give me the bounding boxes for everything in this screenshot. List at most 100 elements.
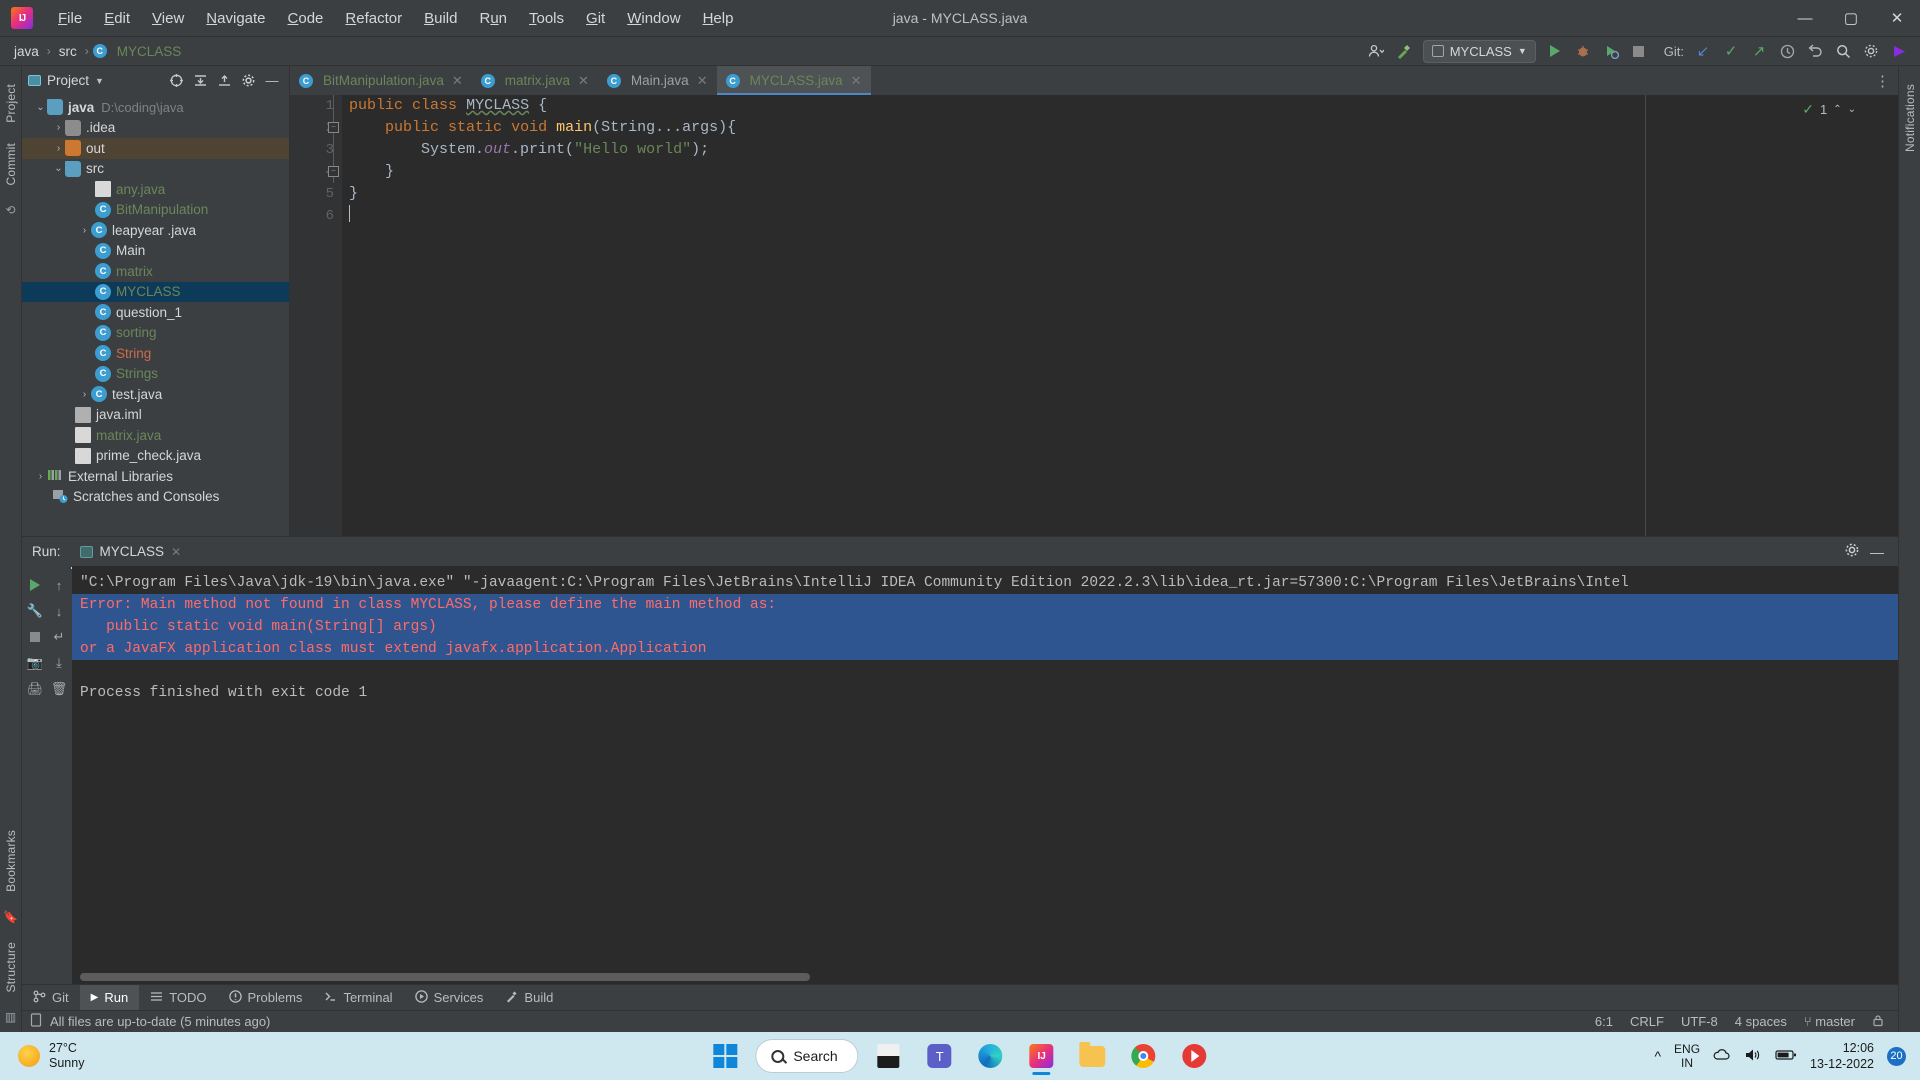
tree-item-any-java[interactable]: any.java	[22, 179, 289, 200]
chevron-right-icon[interactable]: ›	[78, 389, 91, 400]
menu-refactor[interactable]: Refactor	[334, 6, 413, 31]
commit-icon[interactable]: ⟲	[5, 203, 15, 217]
history-clock-icon[interactable]	[1774, 40, 1800, 63]
hide-panel-icon[interactable]: —	[1870, 544, 1884, 560]
tree-item-main[interactable]: C Main	[22, 241, 289, 262]
tree-item-test-java[interactable]: › C test.java	[22, 384, 289, 405]
tab-bitmanipulation-java[interactable]: C BitManipulation.java ✕	[290, 66, 472, 95]
run-with-coverage-button[interactable]	[1598, 40, 1624, 63]
onedrive-icon[interactable]	[1713, 1048, 1731, 1065]
close-button[interactable]: ✕	[1874, 0, 1920, 36]
menu-tools[interactable]: Tools	[518, 6, 575, 31]
menu-git[interactable]: Git	[575, 6, 616, 31]
tab-close-icon[interactable]: ✕	[452, 73, 463, 89]
search-everywhere-icon[interactable]	[1830, 40, 1856, 63]
console-output[interactable]: "C:\Program Files\Java\jdk-19\bin\java.e…	[72, 566, 1898, 984]
rail-tab-project[interactable]: Project	[4, 84, 18, 123]
settings-gear-icon[interactable]	[1858, 40, 1884, 63]
git-commit-icon[interactable]: ✓	[1718, 40, 1744, 63]
code-fold-close-icon[interactable]: −	[328, 166, 339, 177]
chevron-up-icon[interactable]: ⌃	[1833, 104, 1841, 115]
windows-start-button[interactable]	[704, 1035, 746, 1077]
inspection-widget[interactable]: ✓ 1 ⌃ ⌄	[1802, 101, 1856, 118]
run-tab-close-icon[interactable]: ✕	[171, 545, 181, 559]
bottom-tab-terminal[interactable]: Terminal	[313, 985, 403, 1010]
scroll-down-icon[interactable]: ↓	[47, 598, 71, 624]
taskbar-app-microsoft-teams[interactable]: T	[919, 1035, 961, 1077]
bottom-tab-services[interactable]: Services	[404, 985, 495, 1010]
tab-matrix-java[interactable]: C matrix.java ✕	[472, 66, 598, 95]
rail-tab-bookmarks[interactable]: Bookmarks	[4, 830, 18, 892]
run-button[interactable]	[1542, 40, 1568, 63]
scroll-to-end-icon[interactable]: ⤓	[47, 650, 71, 676]
debug-button[interactable]	[1570, 40, 1596, 63]
wrench-settings-icon[interactable]: 🔧	[23, 598, 47, 624]
breadcrumb-java[interactable]: java	[10, 43, 43, 60]
language-indicator[interactable]: ENG IN	[1674, 1042, 1700, 1070]
stop-button[interactable]	[1626, 40, 1652, 63]
expand-all-icon[interactable]	[189, 70, 211, 92]
bottom-tab-run[interactable]: ▶ Run	[79, 985, 140, 1010]
taskbar-app-media-player[interactable]	[1174, 1035, 1216, 1077]
bottom-tab-git[interactable]: Git	[22, 985, 80, 1010]
settings-gear-icon[interactable]	[1844, 542, 1860, 561]
tree-item-strings[interactable]: C Strings	[22, 364, 289, 385]
tree-item-external-libraries[interactable]: › External Libraries	[22, 466, 289, 487]
caret-position[interactable]: 6:1	[1595, 1014, 1613, 1029]
maximize-button[interactable]: ▢	[1828, 0, 1874, 36]
taskbar-search[interactable]: Search	[755, 1039, 859, 1073]
taskbar-app-task-view[interactable]	[868, 1035, 910, 1077]
tree-item-string[interactable]: C String	[22, 343, 289, 364]
tab-myclass-java[interactable]: C MYCLASS.java ✕	[716, 66, 871, 95]
ide-helper-icon[interactable]	[1886, 40, 1912, 63]
console-horizontal-scrollbar[interactable]	[80, 973, 810, 981]
editor-tabs-more-icon[interactable]: ⋮	[1875, 66, 1898, 95]
git-update-project-icon[interactable]: ↙	[1690, 40, 1716, 63]
select-opened-file-icon[interactable]	[165, 70, 187, 92]
notification-badge[interactable]: 20	[1887, 1046, 1906, 1066]
code-editor[interactable]: 1 2 3 4 5 6 − − public class MYCLASS {	[290, 95, 1898, 536]
tree-item-sorting[interactable]: C sorting	[22, 323, 289, 344]
rail-tab-notifications[interactable]: Notifications	[1903, 84, 1917, 152]
scroll-up-icon[interactable]: ↑	[47, 572, 71, 598]
clear-all-trash-icon[interactable]: 🗑	[47, 676, 71, 702]
collapse-all-icon[interactable]	[213, 70, 235, 92]
menu-code[interactable]: Code	[277, 6, 335, 31]
readonly-lock-icon[interactable]	[1872, 1014, 1884, 1030]
chevron-down-icon[interactable]: ⌄	[1848, 104, 1856, 115]
tray-expand-chevron-icon[interactable]: ^	[1654, 1048, 1661, 1064]
volume-icon[interactable]	[1744, 1048, 1762, 1065]
tab-close-icon[interactable]: ✕	[578, 73, 589, 89]
battery-icon[interactable]	[1775, 1048, 1797, 1064]
menu-run[interactable]: Run	[468, 6, 518, 31]
tree-item-src[interactable]: ⌄ src	[22, 159, 289, 180]
rerun-play-icon[interactable]	[23, 572, 47, 598]
taskbar-app-intellij-idea[interactable]: IJ	[1021, 1035, 1063, 1077]
settings-gear-icon[interactable]	[237, 70, 259, 92]
menu-help[interactable]: Help	[692, 6, 745, 31]
menu-file[interactable]: File	[47, 6, 93, 31]
taskbar-app-file-explorer[interactable]	[1072, 1035, 1114, 1077]
menu-window[interactable]: Window	[616, 6, 691, 31]
breadcrumb-src[interactable]: src	[55, 43, 81, 60]
bottom-tab-build[interactable]: Build	[494, 985, 564, 1010]
run-configuration-selector[interactable]: MYCLASS ▼	[1422, 39, 1536, 63]
tree-item-bitmanipulation[interactable]: C BitManipulation	[22, 200, 289, 221]
camera-icon[interactable]: 📷	[23, 650, 47, 676]
weather-widget[interactable]: 27°C Sunny	[0, 1041, 84, 1071]
print-icon[interactable]: 🖨	[23, 676, 47, 702]
taskbar-app-google-chrome[interactable]	[1123, 1035, 1165, 1077]
tab-main-java[interactable]: C Main.java ✕	[598, 66, 717, 95]
taskbar-app-microsoft-edge[interactable]	[970, 1035, 1012, 1077]
bottom-tab-problems[interactable]: Problems	[218, 985, 314, 1010]
chevron-right-icon[interactable]: ›	[34, 471, 47, 482]
tree-item-java-iml[interactable]: java.iml	[22, 405, 289, 426]
tree-item-question-1[interactable]: C question_1	[22, 302, 289, 323]
chevron-right-icon[interactable]: ›	[78, 225, 91, 236]
tab-close-icon[interactable]: ✕	[697, 73, 708, 89]
hide-panel-icon[interactable]: —	[261, 70, 283, 92]
chevron-right-icon[interactable]: ›	[52, 122, 65, 133]
tree-item-out[interactable]: › out	[22, 138, 289, 159]
chevron-down-icon[interactable]: ▼	[95, 76, 104, 86]
menu-navigate[interactable]: Navigate	[195, 6, 276, 31]
